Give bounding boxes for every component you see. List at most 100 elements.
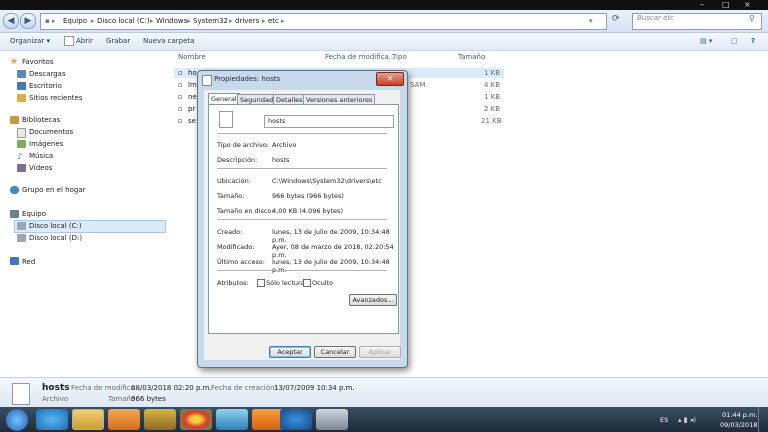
clock-date[interactable]: 09/03/2018 bbox=[720, 421, 757, 429]
address-bar[interactable]: ▪ ▸ Equipo ▸ Disco local (C:) ▸ Windows … bbox=[40, 13, 607, 30]
disk-size-label: Tamaño en disco: bbox=[217, 207, 274, 215]
breadcrumb-system32[interactable]: System32 bbox=[193, 14, 228, 29]
attributes-label: Atributos: bbox=[217, 279, 249, 287]
cancel-button[interactable]: Cancelar bbox=[314, 346, 356, 358]
start-button[interactable] bbox=[6, 409, 28, 431]
chevron-right-icon: ▸ bbox=[91, 17, 95, 25]
column-date[interactable]: Fecha de modifica... bbox=[325, 53, 395, 61]
show-desktop-button[interactable] bbox=[758, 407, 768, 432]
row-name: lm bbox=[188, 81, 197, 89]
nav-images[interactable]: Imágenes bbox=[29, 140, 63, 148]
breadcrumb-etc[interactable]: etc bbox=[268, 14, 279, 29]
apply-button[interactable]: Aplicar bbox=[359, 346, 401, 358]
file-explorer-icon[interactable] bbox=[72, 409, 104, 430]
breadcrumb-windows[interactable]: Windows bbox=[156, 14, 187, 29]
column-type[interactable]: Tipo bbox=[392, 53, 407, 61]
nav-libraries[interactable]: Bibliotecas bbox=[22, 116, 60, 124]
details-created-value: 13/07/2009 10:34 p.m. bbox=[274, 384, 355, 392]
open-icon bbox=[64, 36, 74, 46]
tray-icons[interactable]: ▴ ▮ ◂) bbox=[678, 416, 696, 424]
navigation-pane: ★ Favoritos Descargas Escritorio Sitios … bbox=[0, 51, 170, 377]
modified-label: Modificado: bbox=[217, 243, 255, 251]
teamviewer-icon[interactable] bbox=[280, 409, 312, 430]
chrome-icon[interactable] bbox=[180, 409, 212, 430]
file-icon: ▫ bbox=[178, 93, 183, 101]
documents-icon bbox=[17, 128, 26, 138]
refresh-icon[interactable]: ⟳ bbox=[612, 14, 620, 24]
libraries-icon bbox=[10, 116, 19, 124]
clock-time[interactable]: 01:44 p.m. bbox=[722, 411, 757, 419]
modified-value: Ayer, 08 de marzo de 2018, 02:20:54 p.m. bbox=[272, 243, 394, 259]
nav-network[interactable]: Red bbox=[22, 258, 35, 266]
internet-explorer-icon[interactable] bbox=[36, 409, 68, 430]
computer-icon bbox=[10, 210, 19, 218]
calculator-icon[interactable] bbox=[216, 409, 248, 430]
size-value: 966 bytes (966 bytes) bbox=[272, 192, 344, 200]
disk-c-icon bbox=[17, 222, 26, 230]
dialog-close-button[interactable]: × bbox=[376, 72, 404, 86]
hidden-label: Oculto bbox=[312, 279, 334, 287]
chevron-right-icon: ▸ bbox=[150, 17, 154, 25]
general-tab-panel: hosts Tipo de archivo: Archivo Descripci… bbox=[208, 104, 399, 334]
file-thumbnail-icon bbox=[12, 383, 30, 405]
nav-documents[interactable]: Documentos bbox=[29, 128, 73, 136]
nav-downloads[interactable]: Descargas bbox=[29, 70, 66, 78]
details-created-label: Fecha de creación: bbox=[211, 384, 277, 392]
desc-value: hosts bbox=[272, 156, 290, 164]
record-button[interactable]: Grabar bbox=[106, 37, 130, 45]
settings-app-icon[interactable] bbox=[316, 409, 348, 430]
filename-input[interactable]: hosts bbox=[264, 115, 394, 128]
view-options-icon[interactable]: ▤ ▾ bbox=[700, 37, 712, 45]
column-size[interactable]: Tamaño bbox=[458, 53, 485, 61]
nav-homegroup[interactable]: Grupo en el hogar bbox=[22, 186, 85, 194]
last-access-label: Último acceso: bbox=[217, 258, 265, 266]
advanced-button[interactable]: Avanzados... bbox=[349, 294, 397, 306]
downloads-icon bbox=[17, 70, 26, 78]
readonly-label: Sólo lectura bbox=[266, 279, 305, 287]
ok-button[interactable]: Aceptar bbox=[269, 346, 311, 358]
close-window-button[interactable]: × bbox=[744, 0, 751, 9]
nav-music[interactable]: Música bbox=[29, 152, 53, 160]
hidden-checkbox[interactable] bbox=[303, 279, 311, 287]
organize-button[interactable]: Organizar ▾ bbox=[10, 37, 50, 45]
chevron-right-icon: ▸ bbox=[187, 17, 191, 25]
column-name[interactable]: Nombre bbox=[178, 53, 206, 61]
row-size: 1 KB bbox=[484, 93, 501, 101]
minimize-button[interactable]: – bbox=[700, 0, 704, 9]
search-input[interactable]: Buscar etc bbox=[637, 14, 674, 22]
back-arrow-icon[interactable]: ◀ bbox=[3, 13, 19, 29]
readonly-checkbox[interactable] bbox=[257, 279, 265, 287]
recent-places-icon bbox=[17, 94, 26, 102]
file-icon: ▫ bbox=[178, 69, 183, 77]
breadcrumb-equipo[interactable]: Equipo bbox=[63, 14, 87, 29]
dropdown-arrow-icon[interactable]: ▾ bbox=[589, 14, 593, 29]
open-button[interactable]: Abrir bbox=[76, 37, 93, 45]
breadcrumb-drivers[interactable]: drivers bbox=[235, 14, 259, 29]
size-label: Tamaño: bbox=[217, 192, 245, 200]
file-manager-icon[interactable] bbox=[144, 409, 176, 430]
nav-desktop[interactable]: Escritorio bbox=[29, 82, 62, 90]
nav-disk-c[interactable]: Disco local (C:) bbox=[29, 222, 82, 230]
nav-videos[interactable]: Vídeos bbox=[29, 164, 52, 172]
row-size: 2 KB bbox=[484, 105, 501, 113]
taskbar: ES ▴ ▮ ◂) 01:44 p.m. 09/03/2018 bbox=[0, 407, 768, 432]
divider bbox=[217, 168, 387, 169]
nav-favorites[interactable]: Favoritos bbox=[22, 58, 54, 66]
nav-recent[interactable]: Sitios recientes bbox=[29, 94, 83, 102]
breadcrumb-disco-c[interactable]: Disco local (C:) bbox=[97, 14, 150, 29]
chevron-right-icon: ▸ bbox=[262, 17, 266, 25]
folder-icon: ▪ ▸ bbox=[45, 17, 56, 25]
nav-computer[interactable]: Equipo bbox=[22, 210, 46, 218]
language-indicator[interactable]: ES bbox=[660, 416, 668, 424]
search-box[interactable]: Buscar etc ⚲ bbox=[632, 13, 762, 30]
preview-pane-icon[interactable]: ▢ bbox=[731, 37, 738, 45]
help-icon[interactable]: ? bbox=[751, 37, 755, 45]
created-label: Creado: bbox=[217, 228, 243, 236]
media-player-icon[interactable] bbox=[108, 409, 140, 430]
new-folder-button[interactable]: Nueva carpeta bbox=[143, 37, 194, 45]
forward-arrow-icon[interactable]: ▶ bbox=[20, 13, 36, 29]
maximize-button[interactable]: □ bbox=[722, 0, 730, 9]
nav-disk-d[interactable]: Disco local (D:) bbox=[29, 234, 82, 242]
disk-d-icon bbox=[17, 234, 26, 242]
file-icon: ▫ bbox=[178, 81, 183, 89]
